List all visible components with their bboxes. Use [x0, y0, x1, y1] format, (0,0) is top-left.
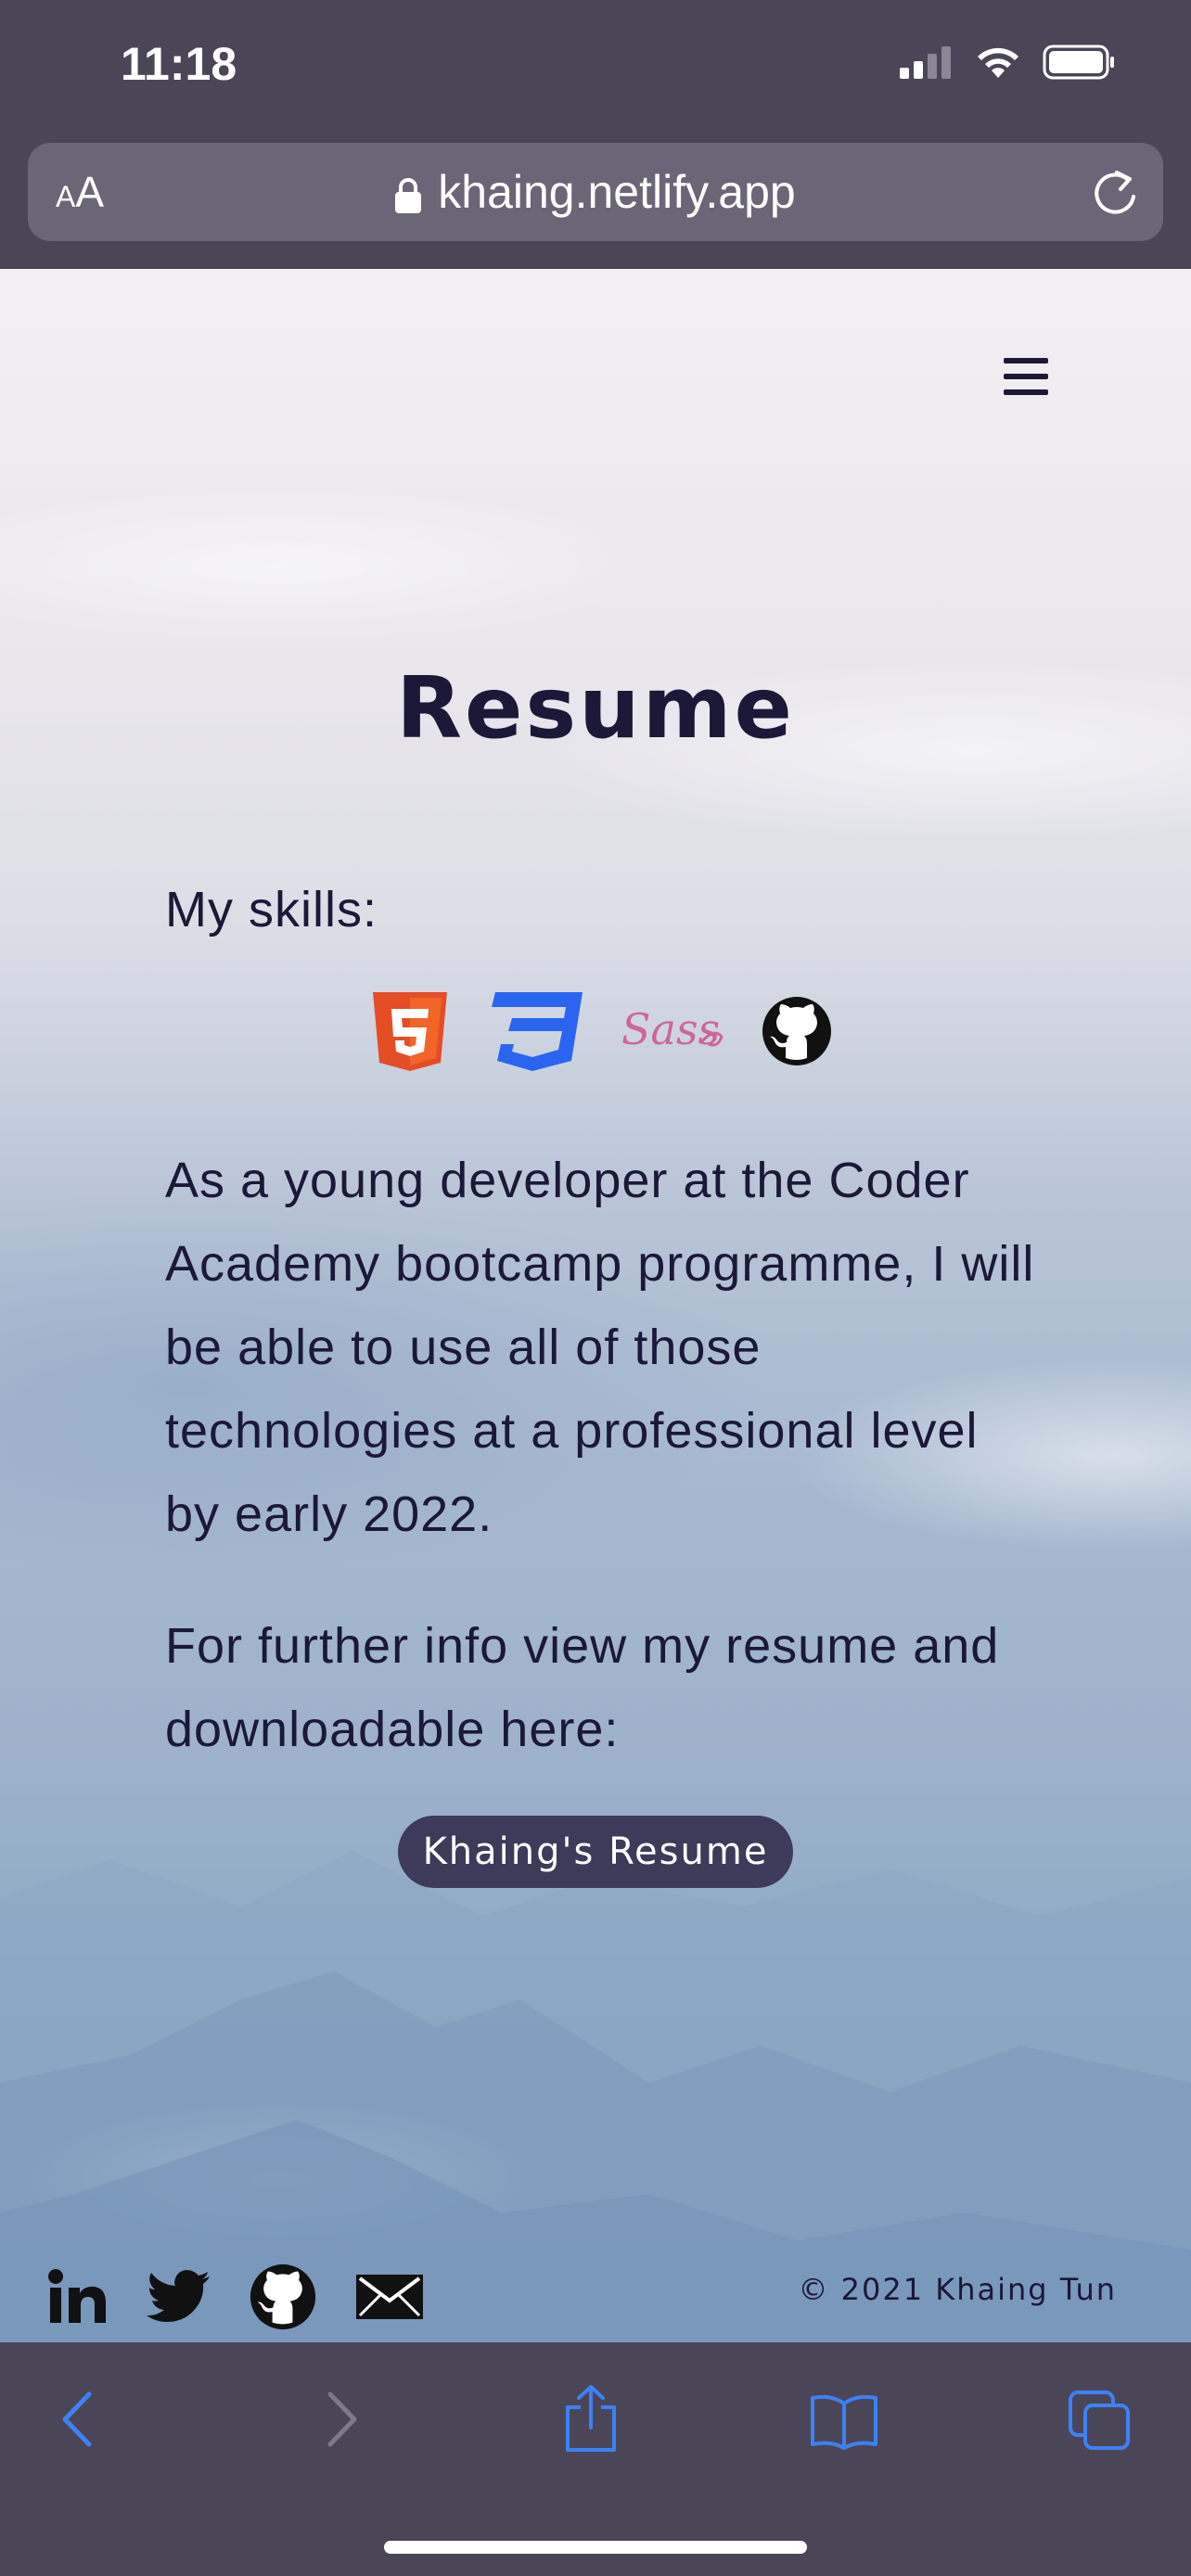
status-time: 11:18	[121, 38, 237, 90]
tabs-icon[interactable]	[1067, 2389, 1132, 2452]
hamburger-line	[1004, 358, 1048, 363]
share-icon[interactable]	[562, 2383, 620, 2454]
back-icon[interactable]	[59, 2391, 96, 2448]
skills-label: My skills:	[165, 882, 378, 937]
skills-paragraph: As a young developer at the Coder Academ…	[165, 1153, 1035, 1542]
copyright: © 2021 Khaing Tun	[798, 2272, 1117, 2307]
mountain-background	[0, 1851, 1191, 2342]
css3-icon	[492, 992, 583, 1071]
github-icon	[762, 997, 831, 1065]
url-text: khaing.netlify.app	[438, 166, 796, 218]
browser-top-chrome: 11:18 AA khaing.netlify.app	[0, 0, 1191, 269]
twitter-icon[interactable]	[147, 2269, 211, 2325]
resume-button[interactable]: Khaing's Resume	[398, 1816, 793, 1888]
battery-icon	[1043, 45, 1114, 80]
wifi-icon	[978, 47, 1018, 78]
page-title: Resume	[396, 658, 795, 758]
skills-icons: Sass	[369, 990, 833, 1072]
github-icon[interactable]	[249, 2263, 317, 2331]
resume-info-paragraph: For further info view my resume and down…	[165, 1618, 1000, 1757]
status-indicators	[900, 45, 1117, 80]
linkedin-icon[interactable]	[48, 2269, 109, 2325]
hamburger-line	[1004, 374, 1048, 379]
social-links	[48, 2263, 425, 2331]
lock-icon	[395, 178, 422, 213]
cellular-signal-icon	[900, 46, 951, 79]
html5-icon	[373, 992, 447, 1071]
forward-icon[interactable]	[323, 2391, 360, 2448]
hamburger-line	[1004, 389, 1048, 395]
address-bar[interactable]: AA khaing.netlify.app	[28, 143, 1163, 241]
bookmarks-icon[interactable]	[809, 2392, 879, 2450]
home-indicator[interactable]	[384, 2541, 807, 2554]
svg-text:Sass: Sass	[621, 1004, 720, 1054]
menu-button[interactable]	[1004, 358, 1048, 395]
mail-icon[interactable]	[354, 2273, 425, 2321]
webpage: Resume My skills: Sass As a young develo…	[0, 269, 1191, 2342]
sass-icon: Sass	[621, 1004, 724, 1054]
reload-icon[interactable]	[1093, 167, 1139, 217]
url-display[interactable]: khaing.netlify.app	[28, 165, 1163, 219]
